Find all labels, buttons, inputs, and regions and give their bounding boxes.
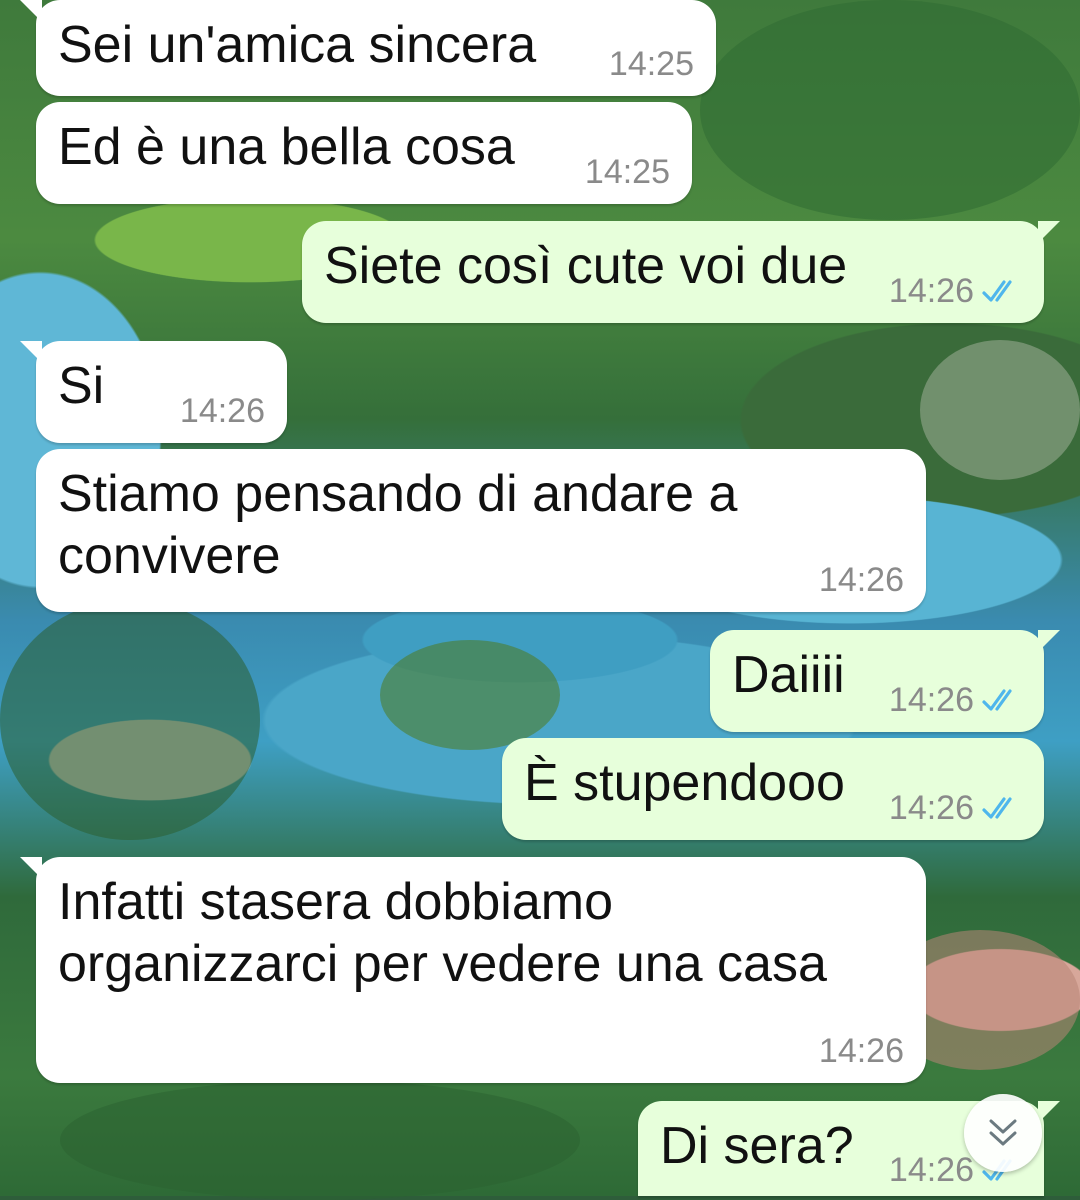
message-time: 14:26 <box>179 392 265 430</box>
message-time: 14:25 <box>584 153 670 191</box>
message-bubble-incoming[interactable]: Stiamo pensando di andare a convivere 14… <box>36 449 926 612</box>
wallpaper-trees <box>60 1080 580 1200</box>
double-chevron-down-icon <box>989 1119 1017 1146</box>
message-time: 14:26 <box>818 1032 904 1070</box>
scroll-to-bottom-button[interactable] <box>964 1094 1042 1172</box>
bubble-tail <box>1038 221 1060 243</box>
bubble-tail <box>20 857 42 879</box>
bubble-tail <box>1038 630 1060 652</box>
message-bubble-outgoing[interactable]: Daiiii 14:26 <box>710 630 1060 732</box>
message-meta: 14:26 <box>819 1031 904 1071</box>
double-check-read-icon <box>982 280 1012 302</box>
message-meta: 14:25 <box>585 152 670 192</box>
double-check-read-icon <box>982 689 1012 711</box>
message-text: Infatti stasera dobbiamo organizzarci pe… <box>58 873 827 993</box>
bubble-tail <box>20 0 42 22</box>
message-bubble-incoming[interactable]: Infatti stasera dobbiamo organizzarci pe… <box>20 857 926 1083</box>
message-bubble-incoming[interactable]: Ed è una bella cosa 14:25 <box>36 102 692 204</box>
message-text: Stiamo pensando di andare a convivere <box>58 465 738 585</box>
double-check-read-icon <box>982 797 1012 819</box>
message-bubble-incoming[interactable]: Si 14:26 <box>20 341 287 443</box>
message-bubble-outgoing[interactable]: Siete così cute voi due 14:26 <box>302 221 1060 323</box>
message-bubble-incoming[interactable]: Sei un'amica sincera 14:25 <box>20 0 716 96</box>
message-time: 14:26 <box>888 1151 974 1189</box>
bubble-tail <box>20 341 42 363</box>
wallpaper-trees <box>700 0 1080 220</box>
wallpaper-island <box>380 640 560 750</box>
message-meta: 14:26 <box>889 680 1022 720</box>
message-meta: 14:26 <box>889 788 1022 828</box>
message-meta: 14:26 <box>889 271 1022 311</box>
message-time: 14:26 <box>818 561 904 599</box>
message-time: 14:25 <box>608 45 694 83</box>
message-time: 14:26 <box>888 272 974 310</box>
message-time: 14:26 <box>888 789 974 827</box>
wallpaper-trees <box>0 600 260 840</box>
message-time: 14:26 <box>888 681 974 719</box>
bubble-tail <box>1038 1101 1060 1123</box>
message-bubble-outgoing[interactable]: È stupendooo 14:26 <box>502 738 1044 840</box>
message-meta: 14:26 <box>180 391 265 431</box>
message-text: Sei un'amica sincera <box>58 16 537 74</box>
message-meta: 14:26 <box>819 560 904 600</box>
wallpaper-towers <box>920 340 1080 480</box>
message-meta: 14:25 <box>609 44 694 84</box>
message-text: Ed è una bella cosa <box>58 118 515 176</box>
